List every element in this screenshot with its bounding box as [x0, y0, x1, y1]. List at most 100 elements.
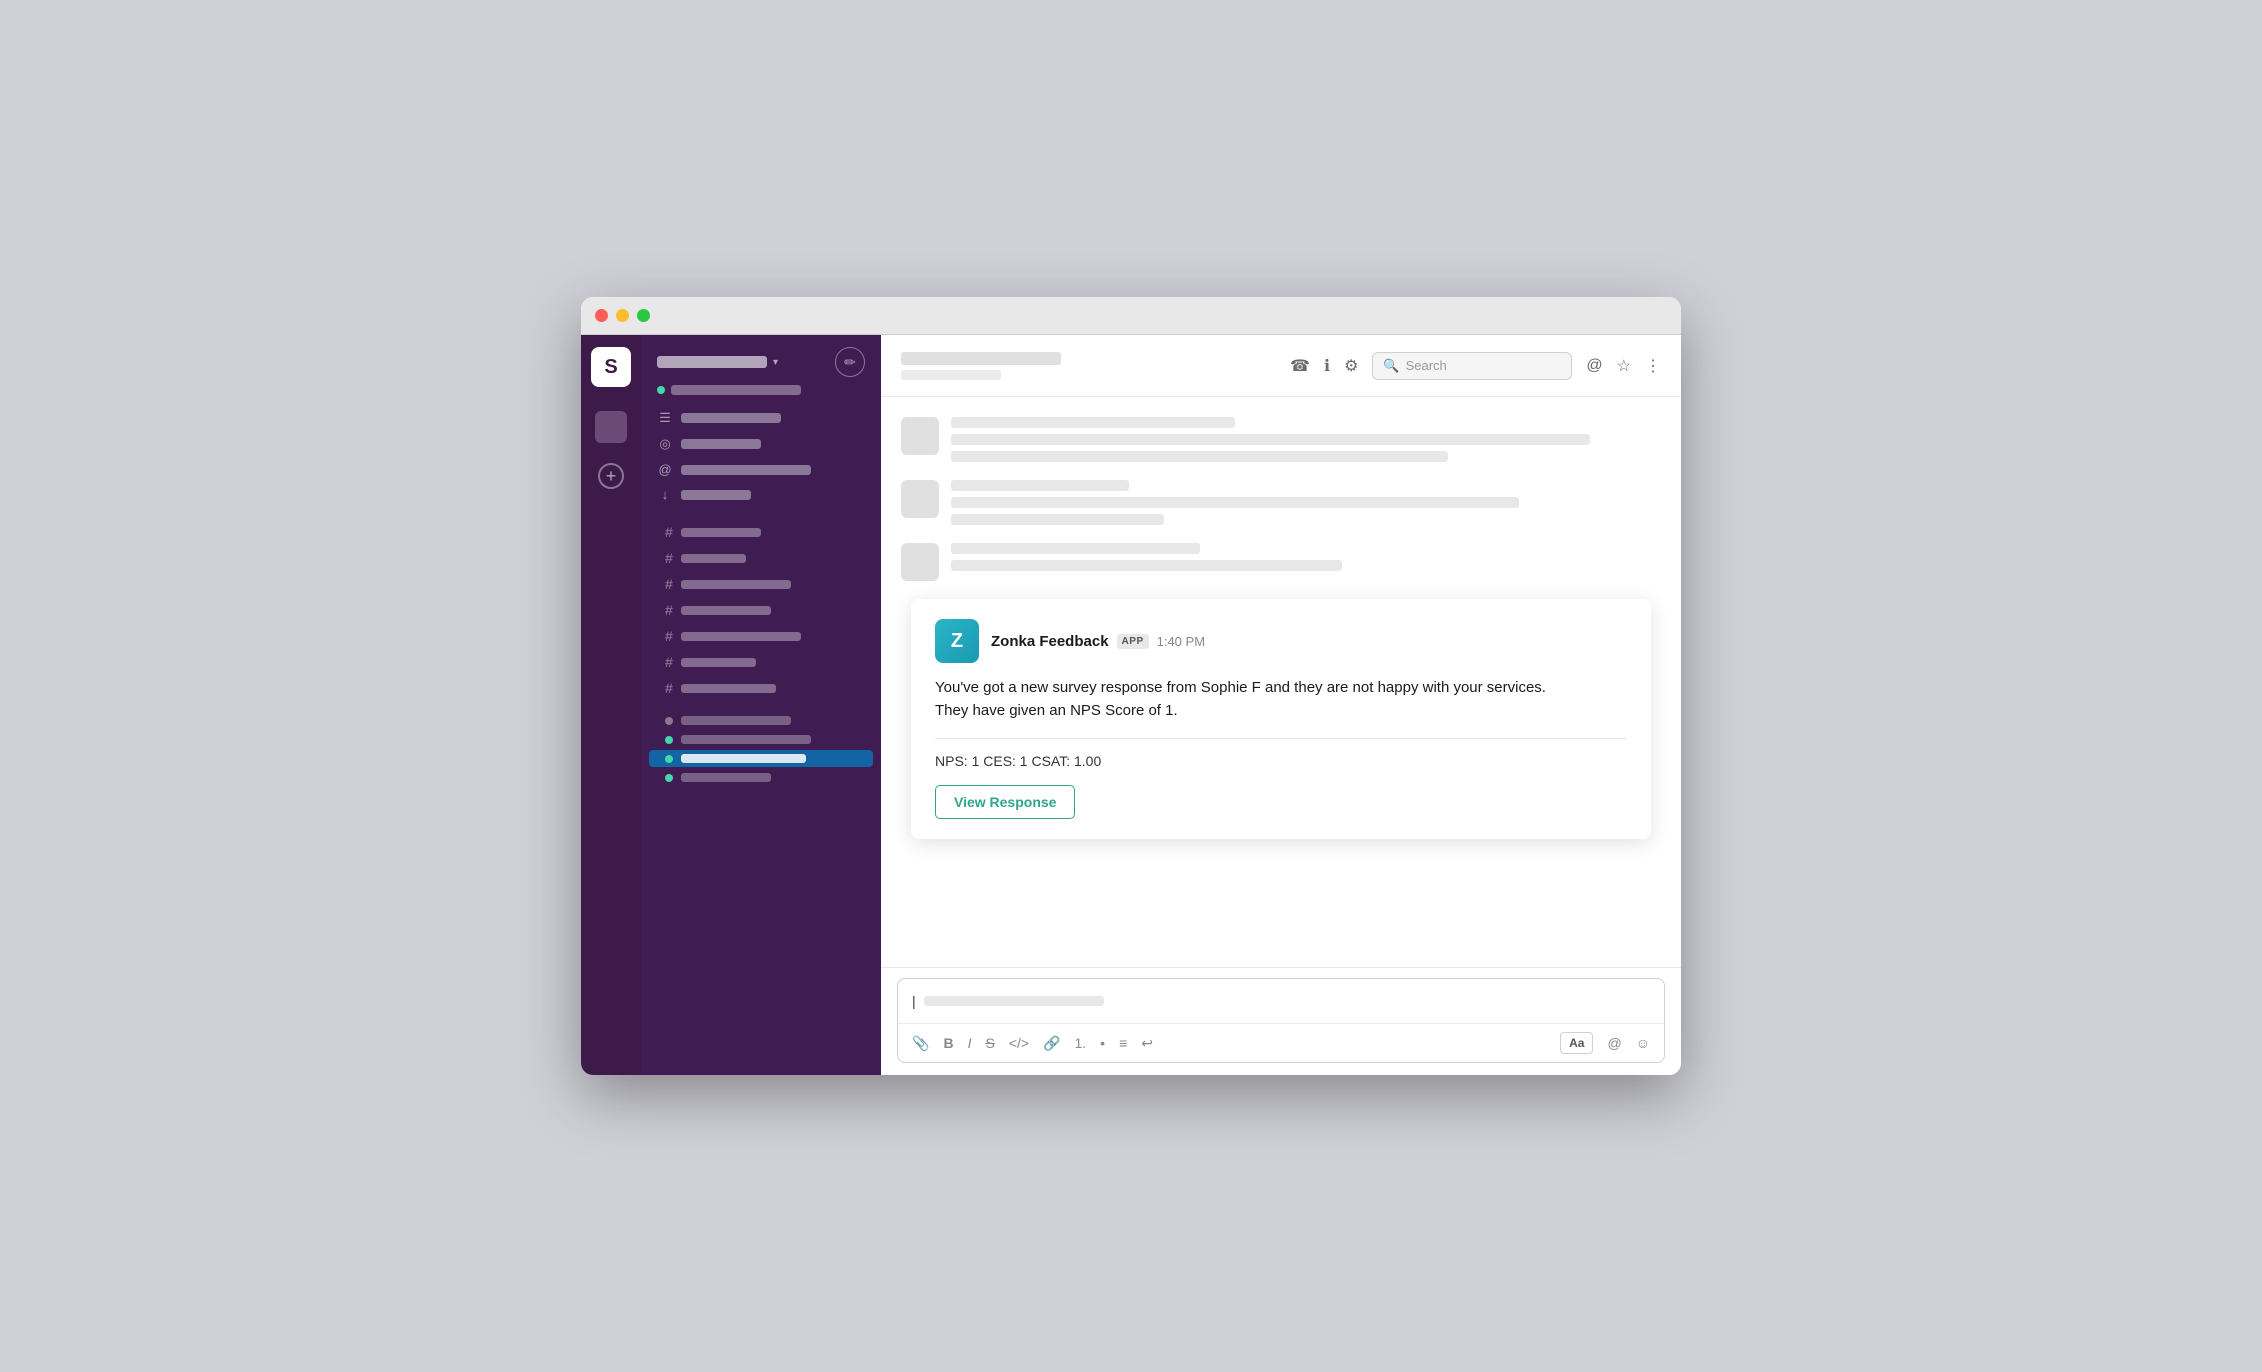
search-placeholder-text: Search: [1406, 358, 1447, 373]
menu-icon: ☰: [657, 410, 673, 426]
mention-icon[interactable]: @: [1607, 1035, 1621, 1051]
message-name-line: [951, 480, 1129, 491]
user-status-row: [641, 385, 881, 405]
close-button[interactable]: [595, 309, 608, 322]
compose-icon: ✏: [844, 354, 856, 371]
workspace-avatar[interactable]: [595, 411, 627, 443]
input-toolbar: 📎 B I S </> 🔗 1. • ≡ ↩ Aa @ ☺: [898, 1023, 1664, 1062]
channel-title-bar: [901, 352, 1061, 365]
channel-header-right: ☎ ℹ ⚙ 🔍 Search @ ☆ ⋮: [1290, 352, 1661, 380]
avatar: [901, 543, 939, 581]
active-channel-name-bar: [681, 754, 806, 763]
avatar: [901, 417, 939, 455]
dm-item-active[interactable]: [649, 750, 873, 767]
channel-item[interactable]: #: [649, 676, 873, 700]
message-content: [951, 480, 1661, 525]
dm-status-dot-online: [665, 774, 673, 782]
sidebar-item-at[interactable]: @: [641, 457, 881, 482]
at-header-icon[interactable]: @: [1586, 357, 1602, 375]
bold-icon[interactable]: B: [943, 1035, 953, 1051]
input-placeholder-bar: [924, 996, 1104, 1006]
gear-icon[interactable]: ⚙: [1344, 356, 1358, 376]
sidebar-item-more[interactable]: ↓: [641, 482, 881, 507]
strikethrough-icon[interactable]: S: [985, 1035, 994, 1051]
search-icon: 🔍: [1383, 358, 1399, 374]
icon-bar: S +: [581, 335, 641, 1075]
dm-status-dot: [665, 717, 673, 725]
zonka-name-row: Zonka Feedback APP 1:40 PM: [991, 633, 1205, 650]
channel-item[interactable]: #: [649, 546, 873, 570]
channel-item[interactable]: #: [649, 520, 873, 544]
zonka-scores: NPS: 1 CES: 1 CSAT: 1.00: [935, 753, 1627, 769]
more-icon[interactable]: ⋮: [1645, 356, 1661, 376]
channel-item[interactable]: #: [649, 624, 873, 648]
message-timestamp: 1:40 PM: [1157, 634, 1205, 649]
at-icon: @: [657, 462, 673, 477]
message-row: [901, 543, 1661, 581]
sidebar-item-home[interactable]: ☰: [641, 405, 881, 431]
message-name-line: [951, 543, 1200, 554]
channel-name-bar: [681, 684, 776, 693]
ordered-list-icon[interactable]: 1.: [1074, 1035, 1086, 1051]
phone-icon[interactable]: ☎: [1290, 356, 1310, 376]
message-name-line: [951, 417, 1235, 428]
minimize-button[interactable]: [616, 309, 629, 322]
maximize-button[interactable]: [637, 309, 650, 322]
mentions-icon: ◎: [657, 436, 673, 452]
undo-icon[interactable]: ↩: [1141, 1035, 1153, 1052]
link-icon[interactable]: 🔗: [1043, 1035, 1060, 1052]
message-content: [951, 417, 1661, 462]
message-input-box: | 📎 B I S </> 🔗 1. • ≡ ↩: [897, 978, 1665, 1063]
hash-icon: #: [665, 550, 673, 566]
zonka-sender-name: Zonka Feedback: [991, 633, 1109, 650]
star-icon[interactable]: ☆: [1617, 356, 1631, 376]
dm-item[interactable]: [649, 712, 873, 729]
dm-name-bar: [681, 735, 811, 744]
message-text-line: [951, 434, 1590, 445]
code-icon[interactable]: </>: [1009, 1035, 1029, 1051]
message-row: [901, 417, 1661, 462]
dm-item[interactable]: [649, 769, 873, 786]
user-status-bar: [671, 385, 801, 395]
hash-icon: #: [665, 654, 673, 670]
message-input-field[interactable]: |: [898, 979, 1664, 1023]
dm-name-bar: [681, 716, 791, 725]
app-badge: APP: [1117, 634, 1149, 649]
dm-item[interactable]: [649, 731, 873, 748]
info-icon[interactable]: ℹ: [1324, 356, 1330, 376]
add-workspace-button[interactable]: +: [598, 463, 624, 489]
workspace-name-row[interactable]: ▾: [657, 356, 778, 368]
more-label: [681, 490, 751, 500]
sidebar: ▾ ✏ ☰ ◎ @: [641, 335, 881, 1075]
emoji-icon[interactable]: ☺: [1636, 1035, 1650, 1051]
hash-icon: #: [665, 576, 673, 592]
compose-button[interactable]: ✏: [835, 347, 865, 377]
unordered-list-icon[interactable]: •: [1100, 1035, 1105, 1051]
text-format-button[interactable]: Aa: [1560, 1032, 1593, 1054]
zonka-card-body: You've got a new survey response from So…: [911, 677, 1651, 819]
app-layout: S + ▾ ✏ ☰: [581, 335, 1681, 1075]
zonka-logo-letter: Z: [951, 630, 963, 653]
zonka-message-text: You've got a new survey response from So…: [935, 677, 1627, 722]
attach-icon[interactable]: 📎: [912, 1035, 929, 1052]
channel-item[interactable]: #: [649, 650, 873, 674]
dm-status-dot-online: [665, 755, 673, 763]
italic-icon[interactable]: I: [968, 1035, 972, 1051]
workspace-name-bar: [657, 356, 767, 368]
mentions-label: [681, 439, 761, 449]
dm-status-dot-online: [665, 736, 673, 744]
search-box[interactable]: 🔍 Search: [1372, 352, 1572, 380]
channel-name-bar: [681, 528, 761, 537]
title-bar: [581, 297, 1681, 335]
messages-area: Z Zonka Feedback APP 1:40 PM You'v: [881, 397, 1681, 967]
message-text-line: [951, 497, 1519, 508]
dm-name-bar: [681, 773, 771, 782]
at-label: [681, 465, 811, 475]
sidebar-item-mentions[interactable]: ◎: [641, 431, 881, 457]
channel-item[interactable]: #: [649, 598, 873, 622]
view-response-button[interactable]: View Response: [935, 785, 1075, 819]
workspace-logo[interactable]: S: [591, 347, 631, 387]
blockquote-icon[interactable]: ≡: [1119, 1035, 1127, 1051]
channel-item[interactable]: #: [649, 572, 873, 596]
card-divider: [935, 738, 1627, 739]
